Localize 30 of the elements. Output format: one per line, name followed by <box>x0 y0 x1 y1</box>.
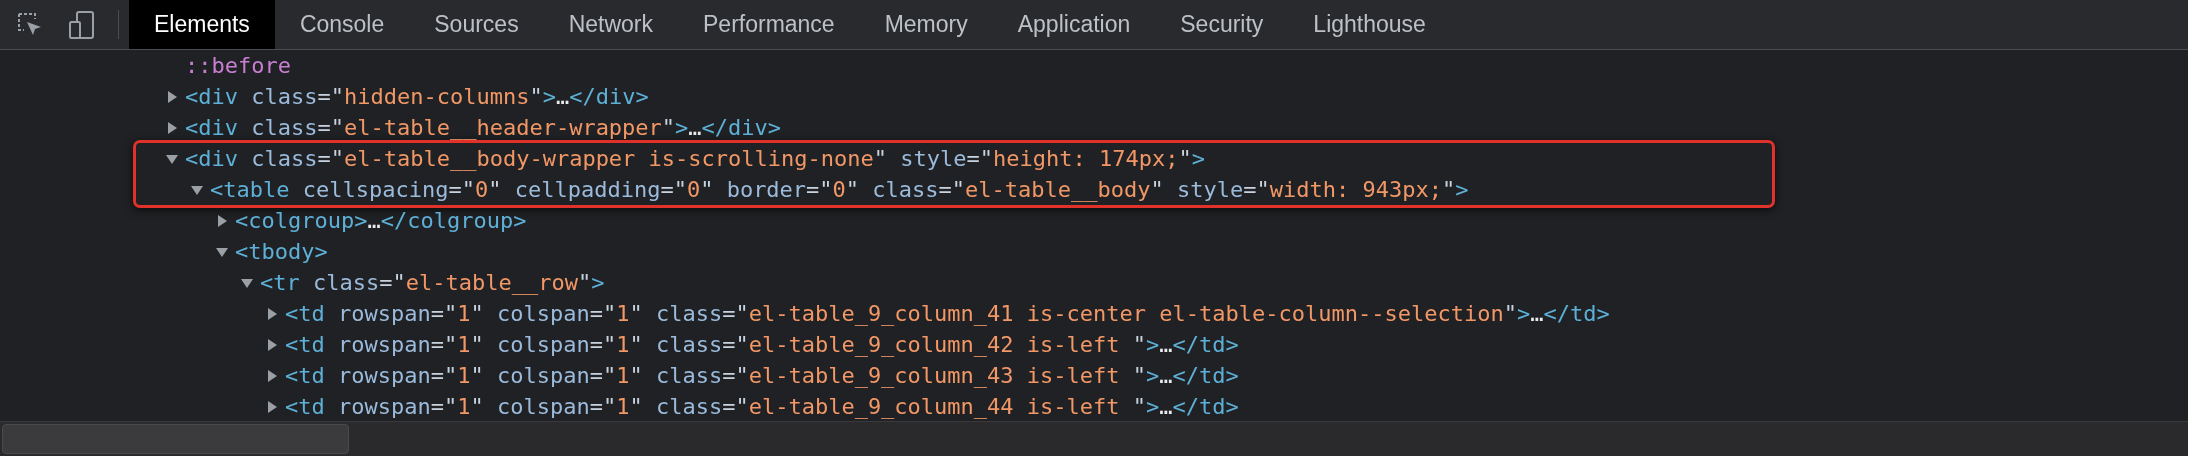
panel-tab[interactable]: Network <box>543 0 678 49</box>
dom-node-line[interactable]: <div class="hidden-columns">…</div> <box>185 84 649 109</box>
collapsed-arrow-icon[interactable] <box>265 306 279 321</box>
collapsed-arrow-icon[interactable] <box>165 89 179 104</box>
collapsed-arrow-icon[interactable] <box>215 213 229 228</box>
dom-node-line[interactable]: <td rowspan="1" colspan="1" class="el-table_9_column_41 is-center el-table-column--selection">…</td> <box>285 301 1610 326</box>
panel-tab[interactable]: Lighthouse <box>1288 0 1451 49</box>
dom-node-line[interactable]: <colgroup>…</colgroup> <box>235 208 527 233</box>
dom-node-line[interactable]: <td rowspan="1" colspan="1" class="el-table_9_column_44 is-left ">…</td> <box>285 394 1239 419</box>
dom-node-line[interactable]: <div class="el-table__header-wrapper">…</div> <box>185 115 782 140</box>
panel-tab[interactable]: Memory <box>859 0 993 49</box>
horizontal-scrollbar[interactable] <box>0 421 2188 456</box>
panel-tab[interactable]: Performance <box>678 0 860 49</box>
dom-node-line[interactable]: <td rowspan="1" colspan="1" class="el-table_9_column_43 is-left ">…</td> <box>285 363 1239 388</box>
collapsed-arrow-icon[interactable] <box>265 399 279 414</box>
dom-node-line[interactable]: <tr class="el-table__row"> <box>260 270 605 295</box>
dom-node-line[interactable]: <table cellspacing="0" cellpadding="0" border="0" class="el-table__body" style="width: 943px;"> <box>210 177 1469 202</box>
collapsed-arrow-icon[interactable] <box>165 120 179 135</box>
collapsed-arrow-icon[interactable] <box>265 368 279 383</box>
panel-tab[interactable]: Application <box>992 0 1156 49</box>
dom-node-line[interactable]: <tbody> <box>235 239 328 264</box>
panel-tab[interactable]: Console <box>274 0 410 49</box>
panel-tab[interactable]: Sources <box>409 0 544 49</box>
dom-node-line[interactable]: <td rowspan="1" colspan="1" class="el-table_9_column_42 is-left ">…</td> <box>285 332 1239 357</box>
dom-node-line[interactable]: <div class="el-table__body-wrapper is-scrolling-none" style="height: 174px;"> <box>185 146 1205 171</box>
panel-tab[interactable]: Security <box>1155 0 1289 49</box>
device-toolbar-icon[interactable] <box>68 9 96 40</box>
dom-node-line[interactable]: ::before <box>185 53 291 78</box>
panel-tab[interactable]: Elements <box>129 0 275 49</box>
collapsed-arrow-icon[interactable] <box>265 337 279 352</box>
